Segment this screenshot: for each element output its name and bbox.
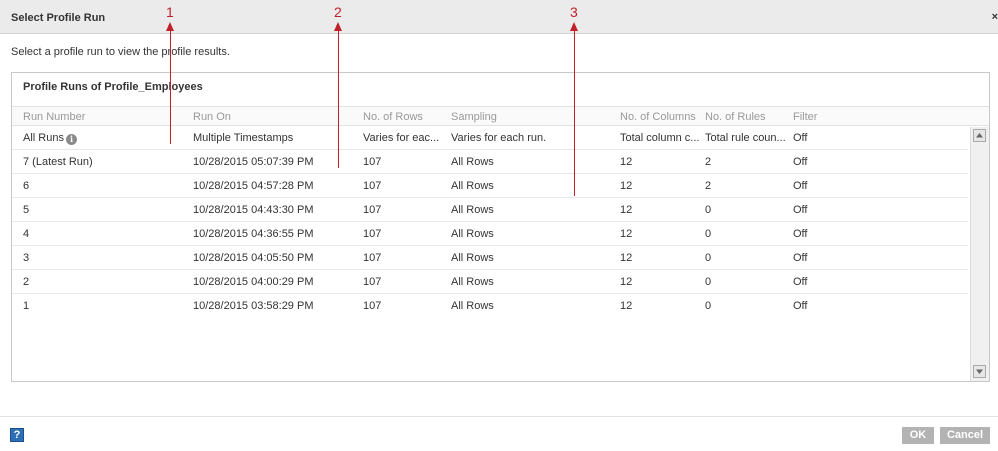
run-on-cell: 10/28/2015 03:58:29 PM <box>193 300 314 312</box>
column-header-no-of-columns[interactable]: No. of Columns <box>620 111 705 123</box>
filter-cell: Off <box>793 204 808 216</box>
run-on-cell: 10/28/2015 04:05:50 PM <box>193 252 314 264</box>
callout-number-2: 2 <box>334 4 342 20</box>
scroll-down-icon[interactable] <box>973 365 986 378</box>
column-header-run-on[interactable]: Run On <box>193 111 353 123</box>
table-row[interactable]: 4 10/28/2015 04:36:55 PM 107 All Rows 12… <box>12 222 968 246</box>
rules-cell: 2 <box>705 180 712 192</box>
filter-cell: Off <box>793 180 808 192</box>
table-row[interactable]: 2 10/28/2015 04:00:29 PM 107 All Rows 12… <box>12 270 968 294</box>
scroll-up-icon[interactable] <box>973 129 986 142</box>
filter-cell: Off <box>793 228 808 240</box>
run-on-cell: 10/28/2015 04:57:28 PM <box>193 180 314 192</box>
callout-arrow-line-2 <box>338 30 339 168</box>
run-on-cell: 10/28/2015 04:36:55 PM <box>193 228 314 240</box>
columns-cell: 12 <box>620 180 633 192</box>
run-number-cell: 2 <box>23 276 30 288</box>
info-circle-icon[interactable]: i <box>65 134 77 145</box>
panel-title: Profile Runs of Profile_Employees <box>23 81 203 93</box>
rules-cell: 0 <box>705 252 712 264</box>
rules-cell: 0 <box>705 204 712 216</box>
filter-cell: Off <box>793 300 808 312</box>
cancel-button[interactable]: Cancel <box>940 427 990 444</box>
sampling-cell: All Rows <box>451 300 494 312</box>
instruction-text: Select a profile run to view the profile… <box>11 46 230 58</box>
run-number-cell: 6 <box>23 180 30 192</box>
filter-cell: Off <box>793 132 808 144</box>
footer-divider <box>0 416 998 417</box>
filter-cell: Off <box>793 156 808 168</box>
table-row[interactable]: All Runs i Multiple Timestamps Varies for… <box>12 126 968 150</box>
table-row[interactable]: 6 10/28/2015 04:57:28 PM 107 All Rows 12… <box>12 174 968 198</box>
rows-cell: 107 <box>363 156 382 168</box>
table-row[interactable]: 1 10/28/2015 03:58:29 PM 107 All Rows 12… <box>12 294 968 318</box>
run-number-cell: 4 <box>23 228 30 240</box>
column-header-filter[interactable]: Filter <box>793 111 853 123</box>
sampling-cell: All Rows <box>451 252 494 264</box>
close-icon[interactable]: × <box>992 11 998 23</box>
table-header: Run Number Run On No. of Rows Sampling N… <box>12 106 989 126</box>
rows-cell: 107 <box>363 180 382 192</box>
rows-cell: 107 <box>363 300 382 312</box>
sampling-cell: All Rows <box>451 228 494 240</box>
profile-runs-panel: Profile Runs of Profile_Employees Run Nu… <box>11 72 990 382</box>
filter-cell: Off <box>793 252 808 264</box>
rows-cell: 107 <box>363 228 382 240</box>
sampling-cell: Varies for each run. <box>451 132 547 144</box>
dialog-title-bar: Select Profile Run × <box>0 0 998 34</box>
run-number-label: All Runs <box>23 132 64 144</box>
run-on-cell: Multiple Timestamps <box>193 132 294 144</box>
run-on-cell: 10/28/2015 05:07:39 PM <box>193 156 314 168</box>
rows-cell: 107 <box>363 204 382 216</box>
sampling-cell: All Rows <box>451 156 494 168</box>
run-number-cell: 7 (Latest Run) <box>23 156 93 168</box>
callout-number-3: 3 <box>570 4 578 20</box>
sampling-cell: All Rows <box>451 276 494 288</box>
run-number-cell: 1 <box>23 300 30 312</box>
column-header-sampling[interactable]: Sampling <box>451 111 611 123</box>
dialog-title: Select Profile Run <box>11 12 106 24</box>
run-number-cell: 3 <box>23 252 30 264</box>
rules-cell: 0 <box>705 276 712 288</box>
rows-cell: 107 <box>363 252 382 264</box>
table-row[interactable]: 5 10/28/2015 04:43:30 PM 107 All Rows 12… <box>12 198 968 222</box>
rows-cell: Varies for eac... <box>363 132 440 144</box>
callout-number-1: 1 <box>166 4 174 20</box>
callout-arrow-line-3 <box>574 30 575 196</box>
run-on-cell: 10/28/2015 04:00:29 PM <box>193 276 314 288</box>
filter-cell: Off <box>793 276 808 288</box>
run-on-cell: 10/28/2015 04:43:30 PM <box>193 204 314 216</box>
rules-cell: 0 <box>705 300 712 312</box>
column-header-run-number[interactable]: Run Number <box>23 111 183 123</box>
ok-button[interactable]: OK <box>902 427 934 444</box>
vertical-scrollbar[interactable] <box>970 127 989 381</box>
columns-cell: 12 <box>620 204 633 216</box>
run-number-cell: 5 <box>23 204 30 216</box>
sampling-cell: All Rows <box>451 180 494 192</box>
columns-cell: 12 <box>620 276 633 288</box>
table-body: All Runs i Multiple Timestamps Varies for… <box>12 126 968 318</box>
rules-cell: Total rule coun... <box>705 132 786 144</box>
columns-cell: 12 <box>620 156 633 168</box>
rules-cell: 2 <box>705 156 712 168</box>
table-row[interactable]: 7 (Latest Run) 10/28/2015 05:07:39 PM 10… <box>12 150 968 174</box>
columns-cell: 12 <box>620 300 633 312</box>
column-header-no-of-rules[interactable]: No. of Rules <box>705 111 787 123</box>
help-icon[interactable]: ? <box>10 428 24 442</box>
columns-cell: 12 <box>620 228 633 240</box>
callout-arrow-line-1 <box>170 30 171 144</box>
rules-cell: 0 <box>705 228 712 240</box>
sampling-cell: All Rows <box>451 204 494 216</box>
table-row[interactable]: 3 10/28/2015 04:05:50 PM 107 All Rows 12… <box>12 246 968 270</box>
columns-cell: 12 <box>620 252 633 264</box>
columns-cell: Total column c... <box>620 132 700 144</box>
rows-cell: 107 <box>363 276 382 288</box>
run-number-cell: All Runs i <box>23 132 183 145</box>
column-header-no-of-rows[interactable]: No. of Rows <box>363 111 445 123</box>
